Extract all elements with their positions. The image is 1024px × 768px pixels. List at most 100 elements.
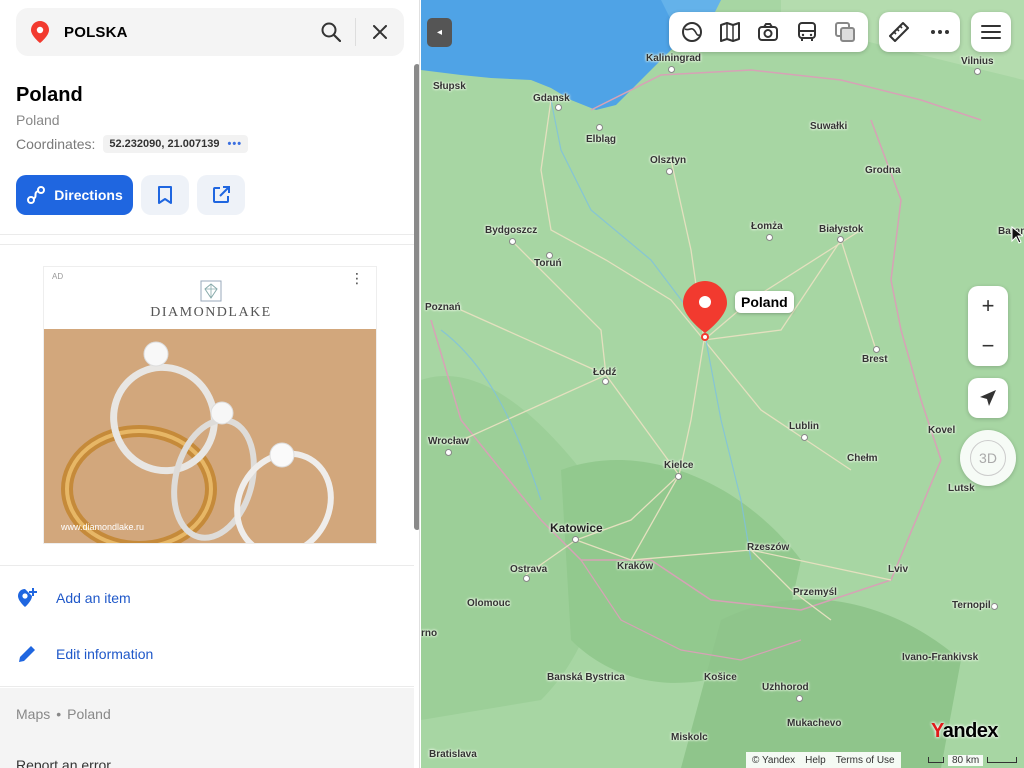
ruler-button[interactable] xyxy=(881,14,917,50)
map-view[interactable]: Kaliningrad Vilnius Słupsk Gdansk Elbląg… xyxy=(421,0,1024,768)
more-icon xyxy=(930,30,949,34)
city-label[interactable]: Chełm xyxy=(847,453,878,464)
close-icon[interactable] xyxy=(356,8,404,56)
city-label[interactable]: Grodna xyxy=(865,165,901,176)
city-label[interactable]: Košice xyxy=(704,672,737,683)
zoom-out-button[interactable]: − xyxy=(968,326,1008,366)
scale-bar xyxy=(987,757,1018,763)
city-label[interactable]: Miskolc xyxy=(671,732,708,743)
breadcrumb-maps[interactable]: Maps xyxy=(16,706,50,722)
bookmark-icon xyxy=(158,186,172,204)
city-label[interactable]: Katowice xyxy=(550,521,603,535)
city-label[interactable]: Przemyśl xyxy=(793,587,837,598)
city-label[interactable]: Białystok xyxy=(819,224,863,235)
city-label[interactable]: Poznań xyxy=(425,302,461,313)
add-item-label[interactable]: Add an item xyxy=(56,590,131,606)
report-error-link[interactable]: Report an error xyxy=(16,757,111,768)
layer-satellite-button[interactable] xyxy=(712,14,748,50)
city-label[interactable]: Vilnius xyxy=(961,56,994,67)
city-label[interactable]: Brest xyxy=(862,354,888,365)
terms-link[interactable]: Terms of Use xyxy=(836,755,895,766)
city-label[interactable]: Kraków xyxy=(617,561,653,572)
search-input[interactable]: POLSKA xyxy=(64,24,307,41)
diamond-logo-icon xyxy=(200,280,222,302)
3d-compass-button[interactable]: 3D xyxy=(960,430,1016,486)
share-icon xyxy=(213,186,230,203)
city-label[interactable]: Lviv xyxy=(888,564,908,575)
layer-overlay-button[interactable] xyxy=(827,14,863,50)
coordinates-chip[interactable]: 52.232090, 21.007139 ••• xyxy=(103,135,249,153)
city-label[interactable]: Ostrava xyxy=(510,564,547,575)
city-label[interactable]: Kaliningrad xyxy=(646,53,701,64)
side-panel: POLSKA Poland Poland Coordinates: 52.232… xyxy=(0,0,420,768)
city-dot xyxy=(509,238,516,245)
directions-button[interactable]: Directions xyxy=(16,175,133,215)
more-button[interactable] xyxy=(922,14,958,50)
more-icon[interactable]: ••• xyxy=(228,138,243,150)
search-bar[interactable]: POLSKA xyxy=(16,8,404,56)
pin-label[interactable]: Poland xyxy=(735,291,794,313)
ad-brand: DIAMONDLAKE xyxy=(150,305,272,320)
yandex-logo[interactable]: Yandex xyxy=(931,720,999,743)
city-label[interactable]: Elbląg xyxy=(586,134,616,145)
bookmark-button[interactable] xyxy=(141,175,189,215)
copyright-link[interactable]: © Yandex xyxy=(752,755,795,766)
city-label[interactable]: Słupsk xyxy=(433,81,466,92)
city-label[interactable]: rno xyxy=(421,628,437,639)
add-place-icon xyxy=(18,588,37,607)
location-pin-marker[interactable] xyxy=(681,279,729,341)
divider xyxy=(0,565,414,566)
help-link[interactable]: Help xyxy=(805,755,826,766)
city-label[interactable]: Lutsk xyxy=(948,483,975,494)
search-icon[interactable] xyxy=(307,8,355,56)
city-label[interactable]: Suwałki xyxy=(810,121,847,132)
share-button[interactable] xyxy=(197,175,245,215)
layer-transport-button[interactable] xyxy=(789,14,825,50)
city-label[interactable]: Ternopil xyxy=(952,600,991,611)
city-label[interactable]: Rzeszów xyxy=(747,542,789,553)
city-label[interactable]: Mukachevo xyxy=(787,718,841,729)
city-label[interactable]: Ivano-Frankivsk xyxy=(902,652,978,663)
panel-scrollbar[interactable] xyxy=(414,64,419,530)
coordinates-label: Coordinates: xyxy=(16,136,96,152)
city-dot xyxy=(555,104,562,111)
zoom-in-button[interactable]: + xyxy=(968,286,1008,326)
breadcrumb-poland[interactable]: Poland xyxy=(67,706,111,722)
city-label[interactable]: Wrocław xyxy=(428,436,469,447)
city-label[interactable]: Banská Bystrica xyxy=(547,672,625,683)
collapse-panel-button[interactable]: ◂ xyxy=(427,18,452,47)
route-icon xyxy=(27,186,46,204)
menu-button[interactable] xyxy=(971,12,1011,52)
city-dot xyxy=(666,168,673,175)
zoom-control: + − xyxy=(968,286,1008,366)
add-item-row[interactable]: Add an item xyxy=(16,587,131,609)
layers-toolbar xyxy=(669,12,868,52)
ad-url[interactable]: www.diamondlake.ru xyxy=(61,522,144,532)
city-dot xyxy=(675,473,682,480)
edit-info-row[interactable]: Edit information xyxy=(16,643,153,665)
layer-scheme-button[interactable] xyxy=(674,14,710,50)
city-label[interactable]: Lublin xyxy=(789,421,819,432)
breadcrumb-separator: • xyxy=(56,706,62,722)
coordinates-value[interactable]: 52.232090, 21.007139 xyxy=(109,138,219,150)
city-label[interactable]: Uzhhorod xyxy=(762,682,809,693)
city-label[interactable]: Kielce xyxy=(664,460,693,471)
city-label[interactable]: Bydgoszcz xyxy=(485,225,537,236)
map-scale: 80 km xyxy=(928,752,1018,768)
city-label[interactable]: Toruń xyxy=(534,258,562,269)
coordinates-row: Coordinates: 52.232090, 21.007139 ••• xyxy=(16,135,249,153)
ad-menu-icon[interactable]: ⋮ xyxy=(350,271,364,285)
city-label[interactable]: Łódź xyxy=(593,367,616,378)
city-label[interactable]: Łomża xyxy=(751,221,783,232)
advertisement[interactable]: AD ⋮ DIAMONDLAKE www.diamondlake.ru xyxy=(43,266,377,544)
city-label[interactable]: Bratislava xyxy=(429,749,477,760)
navigation-arrow-icon xyxy=(980,390,996,406)
city-label[interactable]: Olsztyn xyxy=(650,155,686,166)
city-label[interactable]: Kovel xyxy=(928,425,955,436)
city-label[interactable]: Olomouc xyxy=(467,598,510,609)
my-location-button[interactable] xyxy=(968,378,1008,418)
city-label[interactable]: Gdansk xyxy=(533,93,570,104)
edit-info-label[interactable]: Edit information xyxy=(56,646,153,662)
city-dot xyxy=(523,575,530,582)
layer-panorama-button[interactable] xyxy=(750,14,786,50)
